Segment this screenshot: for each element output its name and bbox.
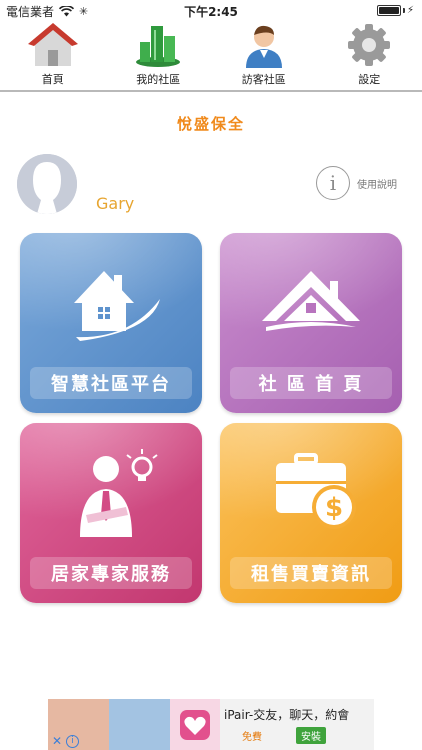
gear-icon (348, 24, 391, 66)
tab-my-community[interactable]: 我的社區 (106, 22, 212, 90)
tab-visitor-community[interactable]: 訪客社區 (211, 22, 317, 90)
tab-visitor-community-label: 訪客社區 (241, 73, 286, 86)
info-icon: i (316, 166, 350, 200)
tile-community-home-label: 社 區 首 頁 (230, 367, 392, 399)
person-icon (245, 25, 282, 68)
ad-install-button[interactable]: 安裝 (296, 727, 326, 744)
tile-rent-sale-info-label: 租售買賣資訊 (230, 557, 392, 589)
tab-home-label: 首頁 (41, 73, 64, 86)
tile-community-home[interactable]: 社 區 首 頁 (220, 233, 402, 413)
battery-level (378, 7, 399, 14)
ad-banner[interactable]: ✕ i iPair-交友，聊天，約會 免費 安裝 (48, 699, 374, 750)
tile-smart-community-platform[interactable]: 智慧社區平台 (20, 233, 202, 413)
tile-rent-sale-info[interactable]: $ 租售買賣資訊 (220, 423, 402, 603)
ad-info-icon[interactable]: i (66, 735, 79, 748)
avatar[interactable] (17, 154, 77, 214)
ad-app-logo (170, 699, 220, 750)
page-title: 悅盛保全 (176, 115, 245, 133)
tile-smart-community-platform-label: 智慧社區平台 (30, 367, 192, 399)
close-icon[interactable]: ✕ (50, 734, 64, 748)
ad-photo: ✕ i (48, 699, 170, 750)
battery-icon: ⚡ (376, 5, 414, 16)
ad-price: 免費 (242, 732, 262, 743)
buildings-icon (136, 26, 181, 67)
house-swoosh-icon (74, 271, 160, 341)
status-bar: 電信業者 ✳ 下午2:45 ⚡ (0, 0, 422, 22)
tile-home-expert-services[interactable]: 居家專家服務 (20, 423, 202, 603)
ad-app-name: iPair-交友，聊天，約會 (224, 708, 350, 722)
briefcase-dollar-icon: $ (276, 453, 356, 529)
heart-icon (180, 709, 210, 740)
expert-idea-icon (80, 449, 158, 537)
person-silhouette-icon (17, 154, 77, 214)
help-label: 使用說明 (357, 179, 397, 191)
house-roof-icon (262, 271, 360, 331)
svg-text:$: $ (325, 493, 343, 523)
tab-settings-label: 設定 (358, 73, 381, 86)
tab-settings[interactable]: 設定 (317, 22, 422, 90)
tab-my-community-label: 我的社區 (136, 73, 181, 86)
username: Gary (96, 194, 135, 213)
home-icon (27, 23, 78, 66)
top-tab-bar: 首頁 我的社區 訪客社區 設定 (0, 22, 422, 92)
help-button[interactable]: i 使用說明 (316, 166, 397, 200)
tile-home-expert-services-label: 居家專家服務 (30, 557, 192, 589)
clock: 下午2:45 (184, 5, 238, 19)
tab-home[interactable]: 首頁 (0, 22, 106, 90)
